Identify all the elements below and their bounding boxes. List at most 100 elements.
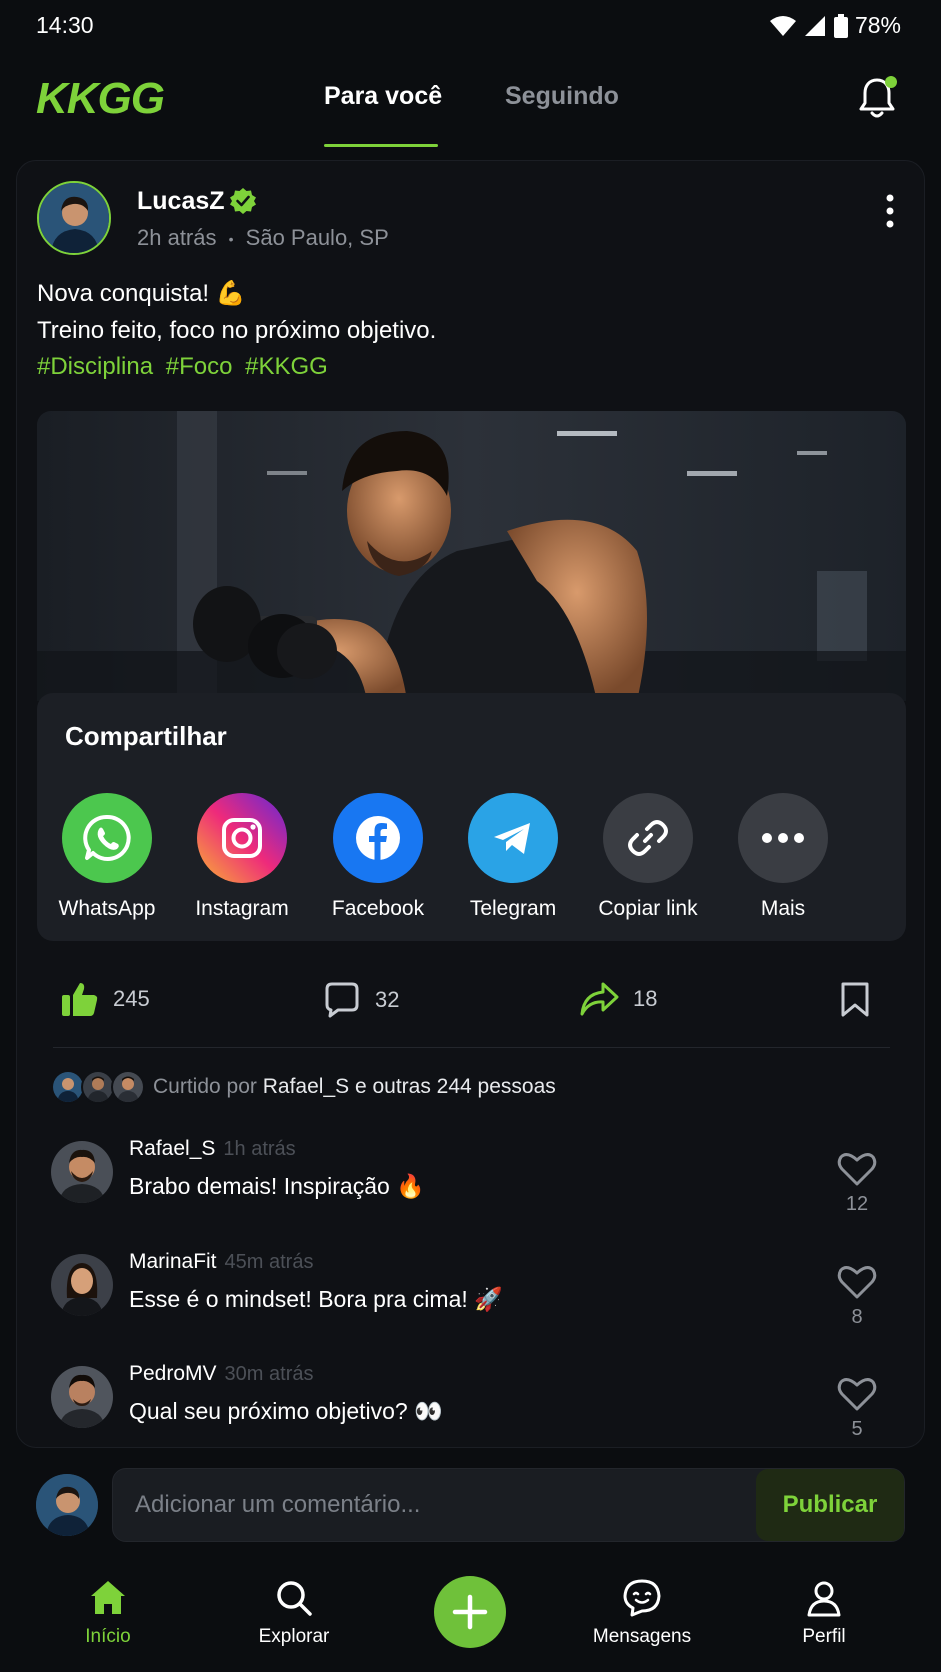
status-bar: 14:30 78%: [0, 0, 941, 56]
author-name[interactable]: LucasZ: [137, 187, 225, 216]
post-location: São Paulo, SP: [245, 225, 389, 250]
share-label: WhatsApp: [58, 897, 156, 920]
avatar: [81, 1070, 115, 1104]
tab-para-voce[interactable]: Para você: [324, 82, 442, 111]
more-options-icon[interactable]: [884, 193, 896, 229]
bookmark-button[interactable]: [839, 981, 871, 1017]
home-icon: [91, 1581, 125, 1614]
messages-icon: [623, 1579, 661, 1617]
search-icon: [277, 1581, 312, 1616]
commenter-name[interactable]: Rafael_S: [129, 1137, 215, 1160]
nav-inicio[interactable]: Início: [38, 1578, 178, 1648]
comment-text: Qual seu próximo objetivo? 👀: [129, 1398, 443, 1424]
comment-time: 1h atrás: [223, 1138, 296, 1160]
nav-label: Explorar: [258, 1626, 330, 1647]
post-card: LucasZ 2h atrás • São Paulo, SP Nova con…: [16, 160, 925, 1448]
nav-label: Início: [85, 1626, 131, 1647]
share-label: Facebook: [331, 897, 425, 920]
commenter-avatar[interactable]: [51, 1254, 113, 1316]
share-instagram-button[interactable]: Instagram: [177, 793, 307, 921]
post-text-line-1: Nova conquista! 💪: [37, 280, 246, 307]
avatar: [111, 1070, 145, 1104]
post-image[interactable]: [37, 411, 906, 701]
nav-label: Mensagens: [592, 1626, 692, 1647]
app-logo[interactable]: KKGG: [36, 74, 165, 124]
avatar: [51, 1070, 85, 1104]
comment-input[interactable]: [135, 1469, 695, 1541]
meta-separator: •: [228, 231, 234, 248]
heart-icon: [837, 1378, 877, 1411]
nav-mensagens[interactable]: Mensagens: [572, 1578, 712, 1648]
author-avatar[interactable]: [37, 181, 111, 255]
nav-perfil[interactable]: Perfil: [754, 1578, 894, 1648]
liked-by-names[interactable]: Rafael_S e outras 244 pessoas: [263, 1075, 556, 1098]
comment-like-button[interactable]: 8: [837, 1264, 877, 1329]
create-post-button[interactable]: [434, 1576, 506, 1648]
comment-button[interactable]: 32: [323, 981, 399, 1019]
share-label: Instagram: [195, 897, 289, 920]
comment-icon: [325, 982, 359, 1018]
heart-icon: [837, 1266, 877, 1299]
signal-icon: [804, 15, 825, 36]
heart-icon: [837, 1153, 877, 1186]
more-icon: [762, 833, 804, 843]
comment-like-button[interactable]: 12: [837, 1151, 877, 1216]
commenter-avatar[interactable]: [51, 1366, 113, 1428]
share-arrow-icon: [580, 982, 619, 1016]
active-tab-indicator: [324, 144, 438, 147]
battery-level: 78%: [854, 12, 901, 38]
comment-like-button[interactable]: 5: [837, 1376, 877, 1441]
tab-seguindo[interactable]: Seguindo: [505, 82, 619, 111]
like-button[interactable]: 245: [61, 981, 150, 1017]
comment-like-count: 5: [851, 1418, 863, 1440]
liked-by-text: Curtido por Rafael_S e outras 244 pessoa…: [153, 1075, 556, 1099]
notification-dot: [885, 76, 897, 88]
post-text: Nova conquista! 💪 Treino feito, foco no …: [37, 275, 436, 349]
comment-input-bar: Publicar: [0, 1450, 941, 1560]
liked-by-row[interactable]: Curtido por Rafael_S e outras 244 pessoa…: [51, 1067, 556, 1107]
comment-item: PedroMV 30m atrás Qual seu próximo objeti…: [51, 1358, 901, 1447]
profile-icon: [807, 1581, 841, 1617]
wifi-icon: [769, 15, 796, 36]
comment-header: Rafael_S 1h atrás: [129, 1137, 296, 1161]
post-meta: 2h atrás • São Paulo, SP: [137, 225, 389, 251]
comment-time: 45m atrás: [224, 1251, 314, 1273]
like-count: 245: [113, 986, 150, 1011]
comment-item: Rafael_S 1h atrás Brabo demais! Inspiraçã…: [51, 1133, 901, 1233]
plus-icon: [452, 1594, 488, 1630]
share-button[interactable]: 18: [579, 981, 657, 1017]
share-telegram-button[interactable]: Telegram: [448, 793, 578, 921]
nav-explorar[interactable]: Explorar: [224, 1578, 364, 1648]
hashtag-link[interactable]: #Foco: [166, 353, 233, 380]
hashtag-link[interactable]: #KKGG: [245, 353, 328, 380]
share-whatsapp-button[interactable]: WhatsApp: [42, 793, 172, 921]
share-count: 18: [633, 986, 658, 1011]
commenter-name[interactable]: PedroMV: [129, 1362, 217, 1385]
share-panel: Compartilhar WhatsApp Instagram Facebook…: [37, 693, 906, 941]
share-label: Mais: [760, 897, 806, 920]
notifications-button[interactable]: [857, 76, 897, 120]
post-time: 2h atrás: [137, 225, 217, 250]
copy-link-button[interactable]: Copiar link: [583, 793, 713, 921]
liked-by-prefix: Curtido por: [153, 1075, 257, 1098]
whatsapp-icon: [83, 814, 131, 861]
post-text-line-2: Treino feito, foco no próximo objetivo.: [37, 317, 437, 344]
top-nav: KKGG Para você Seguindo: [0, 56, 941, 148]
hashtag-link[interactable]: #Disciplina: [37, 353, 153, 380]
bottom-nav: Início Explorar Mensagens Perfil: [0, 1560, 941, 1672]
divider: [53, 1047, 890, 1048]
current-user-avatar[interactable]: [36, 1474, 98, 1536]
bookmark-icon: [841, 982, 869, 1017]
comment-item: MarinaFit 45m atrás Esse é o mindset! Bor…: [51, 1246, 901, 1346]
commenter-avatar[interactable]: [51, 1141, 113, 1203]
publish-button[interactable]: Publicar: [756, 1469, 904, 1541]
status-icons: 78%: [769, 12, 901, 39]
comment-header: PedroMV 30m atrás: [129, 1362, 313, 1386]
share-facebook-button[interactable]: Facebook: [313, 793, 443, 921]
share-more-button[interactable]: Mais: [718, 793, 848, 921]
comment-like-count: 8: [851, 1306, 863, 1328]
nav-label: Perfil: [802, 1626, 846, 1647]
verified-badge-icon: [230, 188, 256, 214]
commenter-name[interactable]: MarinaFit: [129, 1250, 217, 1273]
link-icon: [628, 820, 668, 856]
